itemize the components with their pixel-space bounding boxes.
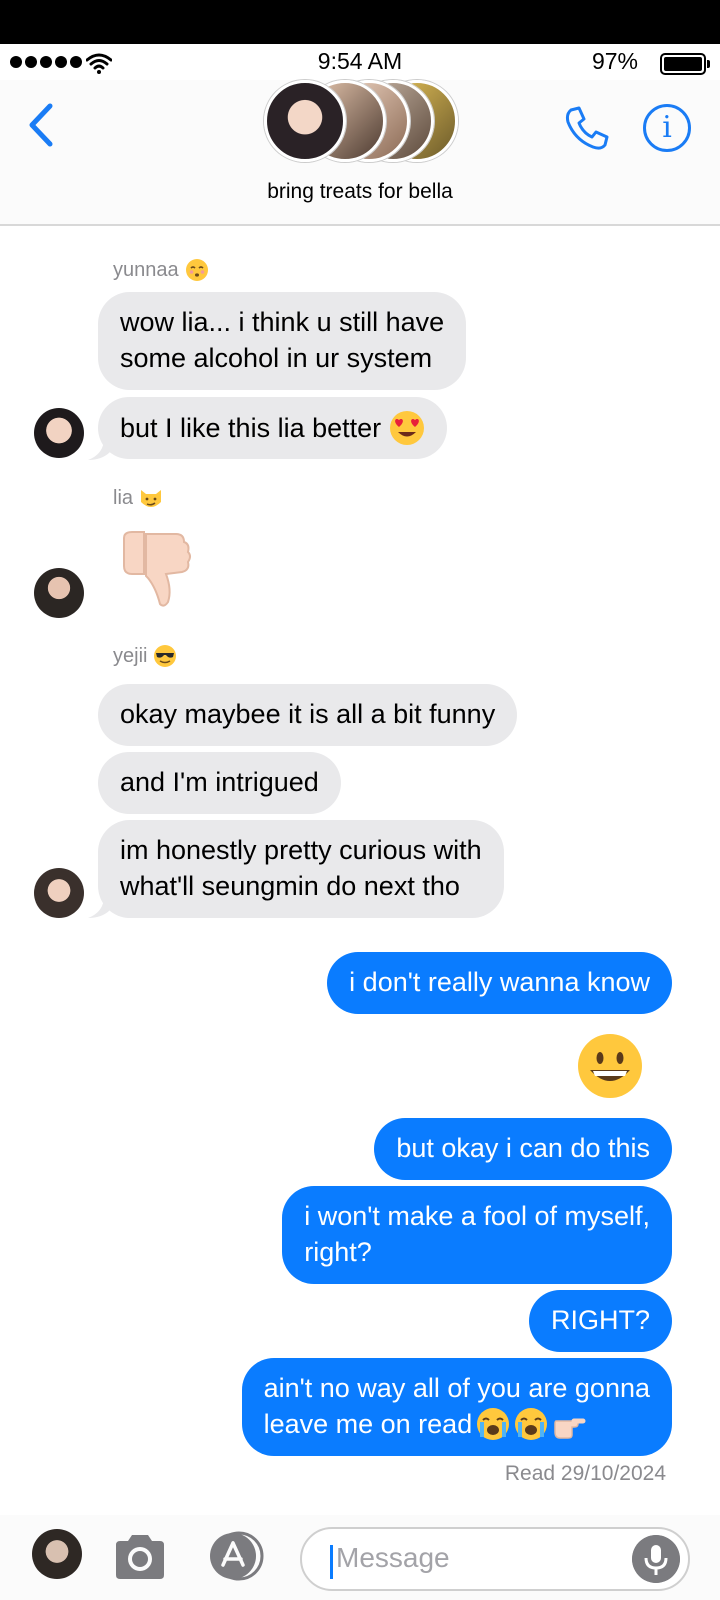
- message-text: leave me on read: [263, 1409, 473, 1439]
- battery-icon: [660, 53, 710, 75]
- sunglasses-face-icon: [154, 645, 177, 667]
- message-text: and I'm intrigued: [120, 767, 319, 797]
- member-avatar: [264, 80, 346, 162]
- sender-avatar[interactable]: [34, 568, 84, 618]
- bubble-tail: [88, 438, 110, 460]
- camera-icon[interactable]: [112, 1533, 168, 1581]
- group-avatars[interactable]: [264, 80, 458, 166]
- battery-percentage: 97%: [591, 48, 638, 74]
- conversation-header: bring treats for bella i: [0, 80, 720, 226]
- message-text: ain't no way all of you are gonna: [263, 1373, 650, 1403]
- message-text: RIGHT?: [550, 1305, 650, 1335]
- message-text: but I like this lia better: [120, 413, 382, 443]
- top-bezel: [0, 0, 720, 44]
- message-text: right?: [304, 1237, 372, 1267]
- status-bar: 9:54 AM 97%: [0, 44, 720, 80]
- microphone-icon[interactable]: [632, 1535, 680, 1583]
- sender-name: yejii: [113, 644, 177, 668]
- message-text: but okay i can do this: [396, 1133, 650, 1163]
- sender-name: lia: [113, 486, 163, 510]
- crying-face-emoji-icon: [515, 1408, 548, 1440]
- memoji-avatar-button[interactable]: [32, 1529, 82, 1579]
- incoming-message[interactable]: okay maybee it is all a bit funny: [98, 684, 518, 746]
- grinning-face-emoji-icon[interactable]: [576, 1032, 644, 1100]
- incoming-message[interactable]: but I like this lia better: [98, 397, 448, 459]
- outgoing-message[interactable]: i don't really wanna know: [327, 952, 672, 1014]
- message-text: okay maybee it is all a bit funny: [120, 699, 496, 729]
- group-title[interactable]: bring treats for bella: [0, 180, 720, 204]
- bubble-tail: [88, 896, 110, 918]
- message-text: wow lia... i think u still have: [120, 307, 445, 337]
- thumbs-down-emoji-icon[interactable]: [118, 530, 194, 610]
- smirking-cat-icon: [141, 490, 162, 507]
- sender-avatar[interactable]: [34, 408, 84, 458]
- message-text: some alcohol in ur system: [120, 343, 433, 373]
- incoming-message[interactable]: im honestly pretty curious with what'll …: [98, 820, 504, 918]
- sender-name: yunnaa: [113, 258, 209, 282]
- read-receipt: Read 29/10/2024: [504, 1462, 666, 1485]
- heart-eyes-emoji-icon: [390, 411, 425, 445]
- text-cursor: [330, 1545, 333, 1579]
- app-store-icon[interactable]: [205, 1531, 269, 1581]
- pointing-hand-emoji-icon: [554, 1418, 586, 1439]
- compose-bar: Message: [0, 1515, 720, 1600]
- message-text: i won't make a fool of myself,: [304, 1201, 650, 1231]
- message-placeholder: Message: [336, 1542, 450, 1573]
- outgoing-message[interactable]: RIGHT?: [528, 1290, 672, 1352]
- crying-face-emoji-icon: [477, 1408, 510, 1440]
- outgoing-message[interactable]: ain't no way all of you are gonna leave …: [241, 1358, 672, 1456]
- back-chevron-icon[interactable]: [22, 100, 62, 150]
- incoming-message[interactable]: wow lia... i think u still have some alc…: [98, 292, 467, 390]
- message-text: i don't really wanna know: [349, 967, 650, 997]
- outgoing-message[interactable]: but okay i can do this: [374, 1118, 672, 1180]
- outgoing-message[interactable]: i won't make a fool of myself, right?: [282, 1186, 672, 1284]
- incoming-message[interactable]: and I'm intrigued: [98, 752, 341, 814]
- message-input[interactable]: Message: [300, 1527, 690, 1591]
- message-text: what'll seungmin do next tho: [120, 871, 460, 901]
- message-text: im honestly pretty curious with: [120, 835, 482, 865]
- kissing-face-icon: [185, 259, 208, 281]
- info-icon[interactable]: i: [643, 104, 691, 152]
- sender-avatar[interactable]: [34, 868, 84, 918]
- phone-icon[interactable]: [563, 104, 611, 152]
